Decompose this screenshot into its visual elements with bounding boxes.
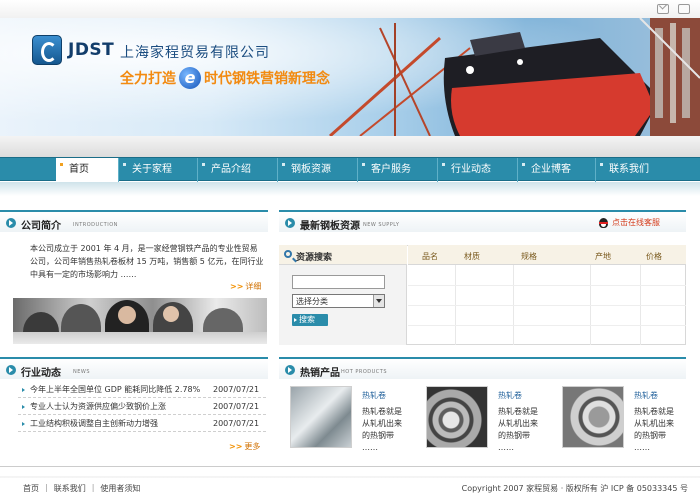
qq-icon[interactable] bbox=[598, 216, 609, 229]
section-arrow-icon bbox=[6, 218, 16, 228]
news-item-title[interactable]: 今年上半年全国单位 GDP 能耗同比降低 2.78% bbox=[30, 381, 200, 398]
keyword-input[interactable] bbox=[292, 275, 385, 289]
nav-item-contact[interactable]: 联系我们 bbox=[595, 158, 665, 182]
slogan-before: 全力打造 bbox=[120, 71, 176, 87]
news-item[interactable]: 专业人士认为资源供应偏少致钢价上涨 2007/07/21 bbox=[18, 398, 266, 415]
product-desc: 热轧卷就是从轧机出来的热钢带 …… bbox=[362, 407, 402, 452]
search-button[interactable]: 搜索 bbox=[292, 314, 328, 326]
product-desc: 热轧卷就是从轧机出来的热钢带 …… bbox=[498, 407, 538, 452]
section-arrow-icon bbox=[285, 365, 295, 375]
product-image[interactable] bbox=[290, 386, 352, 448]
news-item[interactable]: 工业结构积极调整自主创新动力增强 2007/07/21 bbox=[18, 415, 266, 432]
news-more-link[interactable]: >> 更多 bbox=[229, 441, 260, 452]
news-item-title[interactable]: 专业人士认为资源供应偏少致钢价上涨 bbox=[30, 398, 166, 415]
product-image[interactable] bbox=[562, 386, 624, 448]
news-item-date: 2007/07/21 bbox=[213, 385, 260, 394]
supply-subtitle: NEW SUPPLY bbox=[363, 222, 400, 228]
arrow-icon bbox=[22, 422, 25, 426]
nav-shadow bbox=[0, 182, 700, 196]
about-header: 公司简介 INTRODUCTION bbox=[0, 210, 268, 232]
main-nav: 首页 关于家程 产品介绍 钢板资源 客户服务 行业动态 企业博客 联系我们 bbox=[0, 157, 700, 182]
col-name: 品名 bbox=[422, 252, 438, 261]
search-title-bar: 资源搜索 bbox=[279, 245, 407, 265]
top-bar bbox=[0, 0, 700, 18]
slogan: 全力打造 e 时代钢铁营销新理念 bbox=[120, 67, 330, 89]
category-select[interactable]: 选择分类 bbox=[292, 294, 385, 308]
footer-links: 首页 | 联系我们 | 使用者须知 bbox=[23, 483, 141, 494]
chevron-down-icon[interactable] bbox=[373, 295, 384, 307]
e-mark-icon: e bbox=[179, 67, 201, 89]
product-name[interactable]: 热轧卷 bbox=[362, 390, 386, 401]
search-title: 资源搜索 bbox=[296, 253, 333, 263]
resource-table-header: 品名 材质 规格 产地 价格 bbox=[408, 245, 686, 265]
nav-item-home[interactable]: 首页 bbox=[56, 158, 118, 182]
news-more-label: 更多 bbox=[244, 442, 261, 451]
footer: 首页 | 联系我们 | 使用者须知 Copyright 2007 家程贸易 · … bbox=[0, 478, 700, 503]
product-image[interactable] bbox=[426, 386, 488, 448]
news-item-title[interactable]: 工业结构积极调整自主创新动力增强 bbox=[30, 415, 158, 432]
news-item-date: 2007/07/21 bbox=[213, 419, 260, 428]
mail-icon[interactable] bbox=[657, 4, 669, 14]
section-arrow-icon bbox=[6, 365, 16, 375]
company-name: 上海家程贸易有限公司 bbox=[120, 45, 270, 61]
about-subtitle: INTRODUCTION bbox=[73, 222, 118, 228]
news-subtitle: NEWS bbox=[73, 369, 91, 375]
double-arrow-icon: >> bbox=[229, 442, 243, 451]
news-header: 行业动态 NEWS bbox=[0, 357, 268, 379]
col-spec: 规格 bbox=[521, 252, 537, 261]
supply-title: 最新钢板资源 bbox=[300, 221, 360, 232]
footer-link-terms[interactable]: 使用者须知 bbox=[100, 483, 140, 494]
footer-link-home[interactable]: 首页 bbox=[23, 483, 39, 494]
hot-subtitle: HOT PRODUCTS bbox=[341, 369, 387, 375]
logo-text[interactable]: JDST bbox=[68, 40, 114, 60]
arrow-icon bbox=[22, 405, 25, 409]
news-title: 行业动态 bbox=[21, 368, 61, 379]
news-list: 今年上半年全国单位 GDP 能耗同比降低 2.78% 2007/07/21 专业… bbox=[18, 381, 266, 432]
top-icons bbox=[657, 4, 690, 14]
online-service-link[interactable]: 点击在线客服 bbox=[612, 217, 660, 228]
col-material: 材质 bbox=[464, 252, 480, 261]
banner-stripe bbox=[0, 136, 700, 157]
nav-item-about[interactable]: 关于家程 bbox=[118, 158, 197, 182]
section-arrow-icon bbox=[285, 218, 295, 228]
logo-icon[interactable] bbox=[32, 35, 62, 65]
footer-link-contact[interactable]: 联系我们 bbox=[54, 483, 86, 494]
search-icon bbox=[284, 250, 292, 258]
about-more-link[interactable]: >> 详细 bbox=[230, 281, 261, 292]
double-arrow-icon: >> bbox=[230, 282, 244, 291]
nav-item-products[interactable]: 产品介绍 bbox=[197, 158, 277, 182]
category-selected: 选择分类 bbox=[296, 297, 328, 306]
slogan-after: 时代钢铁营销新理念 bbox=[204, 71, 330, 87]
product-desc: 热轧卷就是从轧机出来的热钢带 …… bbox=[634, 407, 674, 452]
about-more-label: 详细 bbox=[245, 282, 262, 291]
product-name[interactable]: 热轧卷 bbox=[498, 390, 522, 401]
hot-header: 热销产品 HOT PRODUCTS bbox=[279, 357, 686, 379]
news-item[interactable]: 今年上半年全国单位 GDP 能耗同比降低 2.78% 2007/07/21 bbox=[18, 381, 266, 398]
nav-item-customer-service[interactable]: 客户服务 bbox=[357, 158, 437, 182]
footer-divider bbox=[0, 466, 700, 467]
about-title: 公司简介 bbox=[21, 221, 61, 232]
nav-item-blog[interactable]: 企业博客 bbox=[517, 158, 595, 182]
copyright: Copyright 2007 家程贸易 · 版权所有 沪 ICP 备 05033… bbox=[461, 484, 688, 493]
favorite-icon[interactable] bbox=[678, 4, 690, 14]
team-photo bbox=[13, 298, 267, 344]
ship-illustration bbox=[329, 18, 700, 136]
search-panel: 资源搜索 选择分类 搜索 bbox=[279, 245, 407, 345]
col-price: 价格 bbox=[646, 252, 662, 261]
banner: JDST 上海家程贸易有限公司 全力打造 e 时代钢铁营销新理念 bbox=[0, 18, 700, 136]
product-name[interactable]: 热轧卷 bbox=[634, 390, 658, 401]
arrow-icon bbox=[22, 388, 25, 392]
nav-item-industry-news[interactable]: 行业动态 bbox=[437, 158, 517, 182]
hot-title: 热销产品 bbox=[300, 368, 340, 379]
nav-item-steel-resources[interactable]: 钢板资源 bbox=[277, 158, 357, 182]
col-origin: 产地 bbox=[595, 252, 611, 261]
about-text: 本公司成立于 2001 年 4 月，是一家经营钢铁产品的专业性贸易公司，公司年销… bbox=[30, 244, 264, 279]
news-item-date: 2007/07/21 bbox=[213, 402, 260, 411]
